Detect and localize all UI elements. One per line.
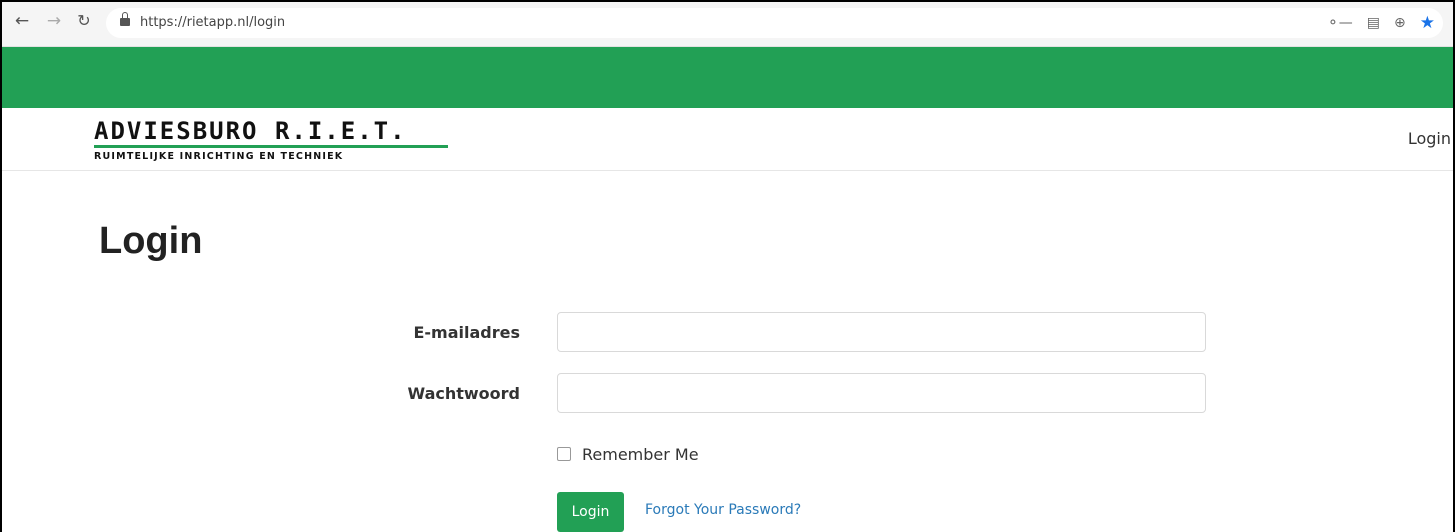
browser-window: ← → ↻ https://rietapp.nl/login ⚬— ▤ ⊕ ★ … bbox=[0, 0, 1455, 532]
email-field[interactable] bbox=[557, 312, 1206, 352]
logo-subtitle: RUIMTELIJKE INRICHTING EN TECHNIEK bbox=[94, 151, 344, 162]
email-label: E-mailadres bbox=[413, 323, 520, 342]
forgot-password-link[interactable]: Forgot Your Password? bbox=[645, 502, 801, 518]
logo-title: ADVIESBURO R.I.E.T. bbox=[94, 117, 407, 145]
zoom-icon[interactable]: ⊕ bbox=[1394, 14, 1406, 32]
forward-icon[interactable]: → bbox=[44, 11, 64, 31]
password-label: Wachtwoord bbox=[407, 384, 520, 403]
remember-me-checkbox[interactable] bbox=[557, 447, 571, 461]
lock-icon bbox=[120, 12, 130, 26]
star-icon[interactable]: ★ bbox=[1420, 14, 1435, 32]
key-icon[interactable]: ⚬— bbox=[1327, 14, 1353, 32]
logo-underline bbox=[94, 145, 448, 148]
back-icon[interactable]: ← bbox=[12, 11, 32, 31]
address-bar[interactable]: https://rietapp.nl/login ⚬— ▤ ⊕ ★ bbox=[106, 8, 1443, 38]
nav-login-link[interactable]: Login bbox=[1408, 129, 1451, 148]
translate-icon[interactable]: ▤ bbox=[1367, 14, 1380, 32]
site-top-bar bbox=[2, 47, 1453, 108]
url-text[interactable]: https://rietapp.nl/login bbox=[140, 15, 285, 30]
page-title: Login bbox=[99, 220, 203, 262]
browser-toolbar: ← → ↻ https://rietapp.nl/login ⚬— ▤ ⊕ ★ bbox=[2, 2, 1453, 47]
site-navbar: ADVIESBURO R.I.E.T. RUIMTELIJKE INRICHTI… bbox=[2, 108, 1453, 171]
remember-me-label[interactable]: Remember Me bbox=[582, 445, 699, 464]
password-field[interactable] bbox=[557, 373, 1206, 413]
login-button[interactable]: Login bbox=[557, 492, 624, 532]
site-logo[interactable]: ADVIESBURO R.I.E.T. RUIMTELIJKE INRICHTI… bbox=[94, 118, 454, 162]
reload-icon[interactable]: ↻ bbox=[74, 11, 94, 31]
